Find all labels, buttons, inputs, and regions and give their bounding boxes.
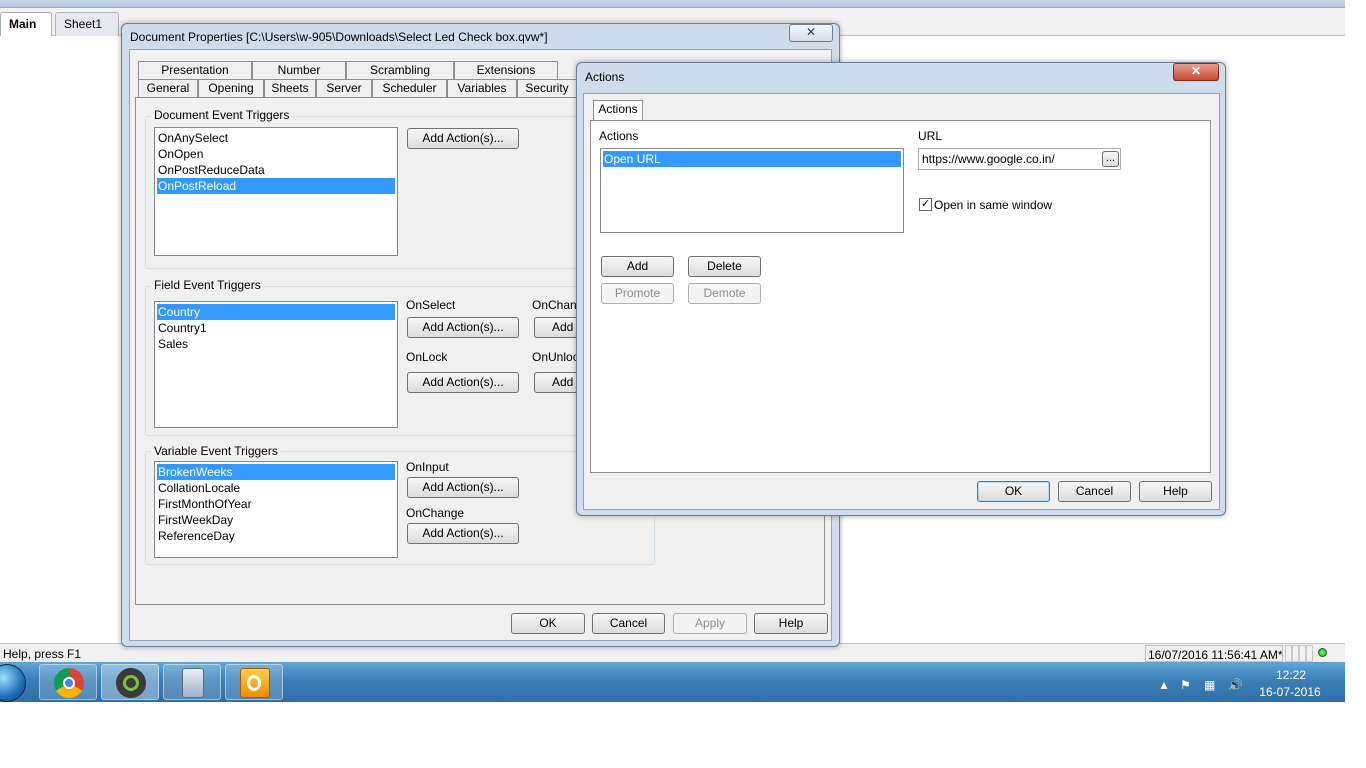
app-toolbar-strip bbox=[0, 0, 1345, 8]
open-same-window-label: Open in same window bbox=[934, 198, 1053, 212]
delete-button[interactable]: Delete bbox=[688, 256, 761, 277]
list-item-selected[interactable]: Country bbox=[157, 304, 395, 320]
status-cell bbox=[1285, 645, 1292, 662]
tab-security[interactable]: Security bbox=[517, 79, 577, 97]
close-icon[interactable]: ✕ bbox=[1173, 63, 1219, 81]
list-item[interactable]: ReferenceDay bbox=[157, 528, 395, 544]
status-cell bbox=[1306, 645, 1313, 662]
qlikview-icon bbox=[116, 668, 146, 698]
status-help-text: Help, press F1 bbox=[3, 647, 82, 661]
list-item[interactable]: OnOpen bbox=[157, 146, 395, 162]
tab-sheet1[interactable]: Sheet1 bbox=[55, 12, 119, 36]
status-led-icon bbox=[1318, 648, 1327, 657]
oninput-label: OnInput bbox=[406, 460, 449, 474]
actions-tab-panel: Actions Open URL URL https://www.google.… bbox=[590, 120, 1211, 473]
cancel-button[interactable]: Cancel bbox=[592, 613, 665, 634]
apply-button[interactable]: Apply bbox=[673, 613, 747, 634]
tray-arrow-icon[interactable]: ▲ bbox=[1158, 678, 1170, 692]
add-button[interactable]: Add bbox=[601, 256, 674, 277]
status-timestamp: 16/07/2016 11:56:41 AM* bbox=[1145, 645, 1283, 662]
doc-add-action-button[interactable]: Add Action(s)... bbox=[407, 128, 519, 149]
clock-time[interactable]: 12:22 bbox=[1271, 668, 1311, 682]
tab-presentation[interactable]: Presentation bbox=[138, 61, 252, 79]
tab-opening[interactable]: Opening bbox=[198, 79, 264, 97]
field-list[interactable]: Country Country1 Sales bbox=[154, 301, 398, 428]
tab-number[interactable]: Number bbox=[252, 61, 346, 79]
list-item[interactable]: OnAnySelect bbox=[157, 130, 395, 146]
actions-ok-button[interactable]: OK bbox=[977, 481, 1050, 502]
tab-sheets[interactable]: Sheets bbox=[264, 79, 316, 97]
onselect-label: OnSelect bbox=[406, 298, 456, 312]
actions-dialog: Actions ✕ Actions Actions Open URL URL h… bbox=[576, 62, 1226, 516]
document-event-list[interactable]: OnAnySelect OnOpen OnPostReduceData OnPo… bbox=[154, 127, 398, 256]
actions-cancel-button[interactable]: Cancel bbox=[1058, 481, 1131, 502]
clock-date[interactable]: 16-07-2016 bbox=[1255, 685, 1325, 699]
ok-button[interactable]: OK bbox=[511, 613, 585, 634]
list-item[interactable]: OnPostReduceData bbox=[157, 162, 395, 178]
actions-label: Actions bbox=[599, 129, 639, 143]
demote-button[interactable]: Demote bbox=[688, 283, 761, 304]
actions-body: Actions Actions Open URL URL https://www… bbox=[583, 93, 1220, 510]
tab-server[interactable]: Server bbox=[316, 79, 372, 97]
field-event-label: Field Event Triggers bbox=[151, 278, 264, 292]
onlock-label: OnLock bbox=[406, 350, 448, 364]
check-icon: ✓ bbox=[920, 198, 931, 210]
list-item[interactable]: Country1 bbox=[157, 320, 395, 336]
browse-button[interactable]: ... bbox=[1102, 151, 1119, 167]
list-item-selected[interactable]: BrokenWeeks bbox=[157, 464, 395, 480]
chrome-icon bbox=[54, 668, 84, 698]
onunlock-add-action-button[interactable]: Add bbox=[534, 372, 580, 393]
onchange-add-action-button[interactable]: Add bbox=[534, 317, 580, 338]
tab-actions[interactable]: Actions bbox=[593, 100, 643, 120]
onlock-add-action-button[interactable]: Add Action(s)... bbox=[407, 372, 519, 393]
list-item[interactable]: FirstWeekDay bbox=[157, 512, 395, 528]
variable-list[interactable]: BrokenWeeks CollationLocale FirstMonthOf… bbox=[154, 461, 398, 558]
url-value: https://www.google.co.in/ bbox=[922, 152, 1055, 166]
variable-event-label: Variable Event Triggers bbox=[151, 444, 281, 458]
taskbar-chrome[interactable] bbox=[39, 664, 97, 700]
window-title: Document Properties [C:\Users\w-905\Down… bbox=[130, 30, 548, 44]
status-cell bbox=[1292, 645, 1299, 662]
actions-list[interactable]: Open URL bbox=[600, 148, 904, 233]
outlook-icon bbox=[240, 668, 270, 698]
tray-network-icon[interactable]: ▦ bbox=[1204, 678, 1215, 692]
help-button[interactable]: Help bbox=[754, 613, 828, 634]
document-event-label: Document Event Triggers bbox=[151, 108, 293, 122]
list-item[interactable]: CollationLocale bbox=[157, 480, 395, 496]
tab-scheduler[interactable]: Scheduler bbox=[372, 79, 447, 97]
url-label: URL bbox=[918, 129, 943, 143]
screen-bottom bbox=[0, 702, 1366, 768]
tab-general[interactable]: General bbox=[138, 79, 198, 97]
oninput-add-action-button[interactable]: Add Action(s)... bbox=[407, 477, 519, 498]
taskbar-outlook[interactable] bbox=[225, 664, 283, 700]
onchange-variable-label: OnChange bbox=[406, 506, 465, 520]
tab-main[interactable]: Main bbox=[0, 12, 52, 37]
url-input[interactable]: https://www.google.co.in/ ... bbox=[918, 148, 1121, 170]
tab-extensions[interactable]: Extensions bbox=[454, 61, 558, 79]
tab-scrambling[interactable]: Scrambling bbox=[346, 61, 454, 79]
calculator-icon bbox=[182, 668, 204, 698]
close-icon[interactable]: ✕ bbox=[789, 24, 833, 42]
status-cell bbox=[1299, 645, 1306, 662]
open-same-window-checkbox[interactable]: ✓ bbox=[919, 198, 932, 211]
actions-dialog-title: Actions bbox=[585, 70, 625, 84]
list-item-selected[interactable]: Open URL bbox=[603, 151, 901, 167]
onchange-variable-add-action-button[interactable]: Add Action(s)... bbox=[407, 523, 519, 544]
list-item-selected[interactable]: OnPostReload bbox=[157, 178, 395, 194]
tray-volume-icon[interactable]: 🔊 bbox=[1228, 678, 1243, 692]
tab-variables[interactable]: Variables bbox=[447, 79, 517, 97]
list-item[interactable]: Sales bbox=[157, 336, 395, 352]
promote-button[interactable]: Promote bbox=[601, 283, 674, 304]
tray-flag-icon[interactable]: ⚑ bbox=[1180, 678, 1191, 692]
taskbar-qlikview[interactable] bbox=[101, 664, 159, 700]
right-edge bbox=[1345, 8, 1366, 702]
taskbar-calculator[interactable] bbox=[163, 664, 221, 700]
list-item[interactable]: FirstMonthOfYear bbox=[157, 496, 395, 512]
actions-help-button[interactable]: Help bbox=[1139, 481, 1212, 502]
taskbar bbox=[0, 662, 1345, 702]
onselect-add-action-button[interactable]: Add Action(s)... bbox=[407, 317, 519, 338]
